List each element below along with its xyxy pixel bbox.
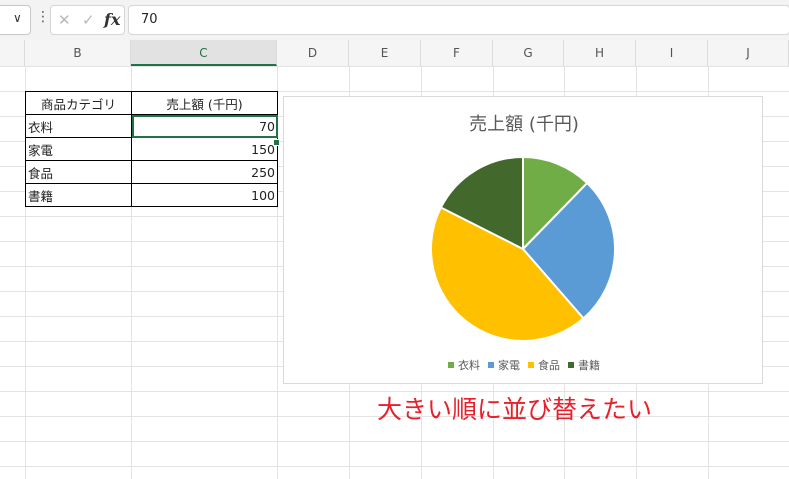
legend-swatch [448,362,454,368]
column-header-g[interactable]: G [493,40,564,66]
column-header-e[interactable]: E [349,40,421,66]
header-cell-category[interactable]: 商品カテゴリ [25,91,132,115]
sales-cell-selected[interactable]: 70 [131,114,278,138]
column-header-d[interactable]: D [277,40,349,66]
legend-swatch [568,362,574,368]
chart-legend[interactable]: 衣料 家電 食品 書籍 [284,357,764,373]
formula-buttons: ✕ ✓ fx [50,5,125,35]
formula-input[interactable]: 70 [128,5,789,35]
legend-item[interactable]: 衣料 [448,357,480,373]
insert-function-icon[interactable]: fx [104,10,120,29]
table-row: 書籍 100 [25,183,278,207]
column-header-f[interactable]: F [421,40,493,66]
legend-label: 衣料 [458,359,480,372]
column-header-i[interactable]: I [636,40,708,66]
legend-label: 食品 [538,359,560,372]
column-header-j[interactable]: J [708,40,789,66]
category-cell[interactable]: 衣料 [25,114,132,138]
fill-handle[interactable] [273,139,280,146]
legend-item[interactable]: 家電 [488,357,520,373]
column-header-h[interactable]: H [564,40,636,66]
category-cell[interactable]: 書籍 [25,183,132,207]
chevron-down-icon[interactable]: ∨ [13,11,22,25]
legend-item[interactable]: 食品 [528,357,560,373]
cancel-icon[interactable]: ✕ [58,11,71,29]
legend-label: 書籍 [578,359,600,372]
header-cell-sales[interactable]: 売上額 (千円) [131,91,278,115]
legend-swatch [488,362,494,368]
formula-value: 70 [141,12,158,27]
pie-plot [430,155,616,342]
name-box[interactable]: ∨ [0,5,31,35]
more-options-icon[interactable]: ⋮ [36,10,50,24]
sales-cell[interactable]: 150 [131,137,278,161]
category-cell[interactable]: 家電 [25,137,132,161]
column-header-b[interactable]: B [25,40,131,66]
legend-label: 家電 [498,359,520,372]
sales-cell[interactable]: 250 [131,160,278,184]
table-header-row: 商品カテゴリ 売上額 (千円) [25,91,278,115]
annotation-text: 大きい順に並び替えたい [377,395,653,424]
column-header-c[interactable]: C [131,40,277,66]
table-row: 衣料 70 [25,114,278,138]
table-row: 食品 250 [25,160,278,184]
category-cell[interactable]: 食品 [25,160,132,184]
legend-item[interactable]: 書籍 [568,357,600,373]
pie-chart[interactable]: 売上額 (千円) 衣料 家電 食品 書籍 [283,96,763,384]
table-row: 家電 150 [25,137,278,161]
enter-icon[interactable]: ✓ [82,11,95,29]
legend-swatch [528,362,534,368]
formula-bar: ∨ ⋮ ✕ ✓ fx 70 [0,0,789,40]
row-header-corner[interactable] [0,40,25,66]
sales-table: 商品カテゴリ 売上額 (千円) 衣料 70 家電 150 食品 250 書籍 1… [25,91,278,207]
sales-cell[interactable]: 100 [131,183,278,207]
